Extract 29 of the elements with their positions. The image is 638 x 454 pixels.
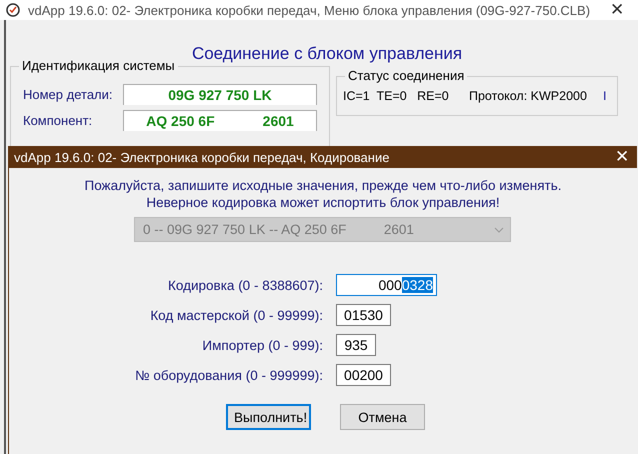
group-title: Идентификация системы [19, 58, 178, 73]
cancel-button[interactable]: Отмена [340, 404, 425, 430]
field-label: Номер детали: [23, 86, 114, 102]
close-icon[interactable]: ✕ [607, 148, 637, 166]
input-field[interactable]: 00200 [336, 364, 391, 386]
warning-text: Пожалуйста, запишите исходные значения, прежде чем что-либо изменять. [83, 177, 562, 194]
input-field[interactable]: 0000328 [336, 274, 437, 296]
input-field[interactable]: 935 [336, 334, 376, 356]
field-value: AQ 250 6F [146, 112, 215, 128]
warning-text: Неверное кодировка может испортить блок управления! [145, 194, 501, 211]
input-field[interactable]: 01530 [336, 304, 391, 326]
caret-icon [494, 226, 504, 232]
field-label: Импортер (0 - 999): [201, 338, 323, 352]
protocol-text: Протокол: KWP2000 [469, 89, 588, 105]
dialog-title: vdApp 19.6.0: 02- Электроника коробки передач, Кодирование [14, 150, 390, 164]
field-value: 09G 927 750 LK [168, 86, 272, 102]
execute-button[interactable]: Выполнить! [226, 404, 311, 430]
app-icon [6, 3, 20, 17]
group-title: Статус соединения [345, 68, 468, 83]
field-value: 2601 [262, 112, 294, 128]
close-icon[interactable]: ✕ [602, 1, 632, 19]
status-indicator: I [603, 89, 606, 105]
field-label: Код мастерской (0 - 99999): [149, 308, 323, 322]
field-label: Кодировка (0 - 8388607): [167, 278, 323, 292]
field-label: Компонент: [23, 112, 94, 128]
status-counters: IC=1 TE=0 RE=0 [343, 89, 450, 105]
window-title: vdApp 19.6.0: 02- Электроника коробки передач, Меню блока управления (09G-927-750.CLB) [28, 2, 592, 18]
field-label: № оборудования (0 - 999999): [134, 368, 323, 382]
section-heading: Соединение с блоком управления [190, 44, 464, 64]
